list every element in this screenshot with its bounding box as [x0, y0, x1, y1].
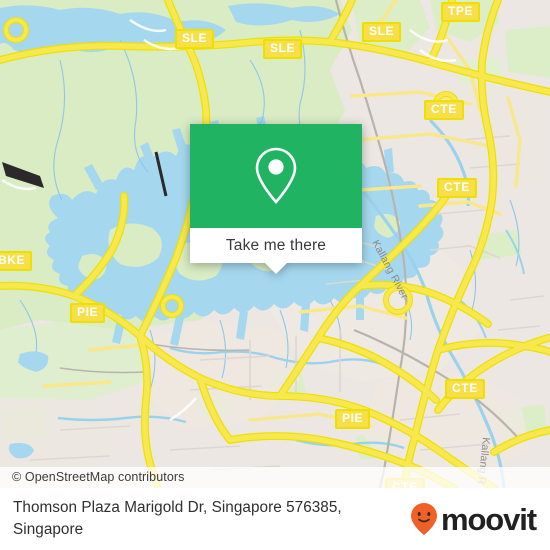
take-me-there-button[interactable]: Take me there — [190, 228, 362, 263]
road-shield-sle: SLE — [175, 29, 215, 49]
road-shield-cte: CTE — [445, 379, 485, 399]
address-line-2: Singapore — [13, 521, 84, 538]
road-shield-pie: PIE — [335, 409, 371, 429]
address-text: Thomson Plaza Marigold Dr, Singapore 576… — [0, 497, 410, 541]
map-popup-card[interactable]: Take me there — [190, 124, 362, 274]
address-line-1: Thomson Plaza Marigold Dr, Singapore 576… — [13, 499, 342, 516]
take-me-there-label: Take me there — [225, 236, 327, 254]
map-attribution[interactable]: © OpenStreetMap contributors — [0, 467, 550, 488]
road-shield-pie: PIE — [70, 303, 106, 323]
road-shield-cte: CTE — [437, 178, 477, 198]
road-shield-sle: SLE — [263, 39, 303, 59]
moovit-wordmark: moovit — [440, 501, 537, 537]
road-shield-tpe: TPE — [441, 2, 481, 22]
road-shield-bke: BKE — [0, 251, 33, 271]
popup-header — [190, 124, 362, 228]
road-shield-cte: CTE — [424, 100, 464, 120]
moovit-pin-smiley-icon — [410, 503, 437, 535]
popup-tail — [265, 263, 287, 274]
road-shield-sle: SLE — [362, 22, 402, 42]
map-pin-icon — [255, 147, 297, 204]
footer-bar: Thomson Plaza Marigold Dr, Singapore 576… — [0, 488, 550, 550]
map-page: TPE SLE SLE SLE CTE CTE BKE PIE PIE CTE … — [0, 0, 550, 550]
moovit-logo[interactable]: moovit — [410, 502, 550, 536]
